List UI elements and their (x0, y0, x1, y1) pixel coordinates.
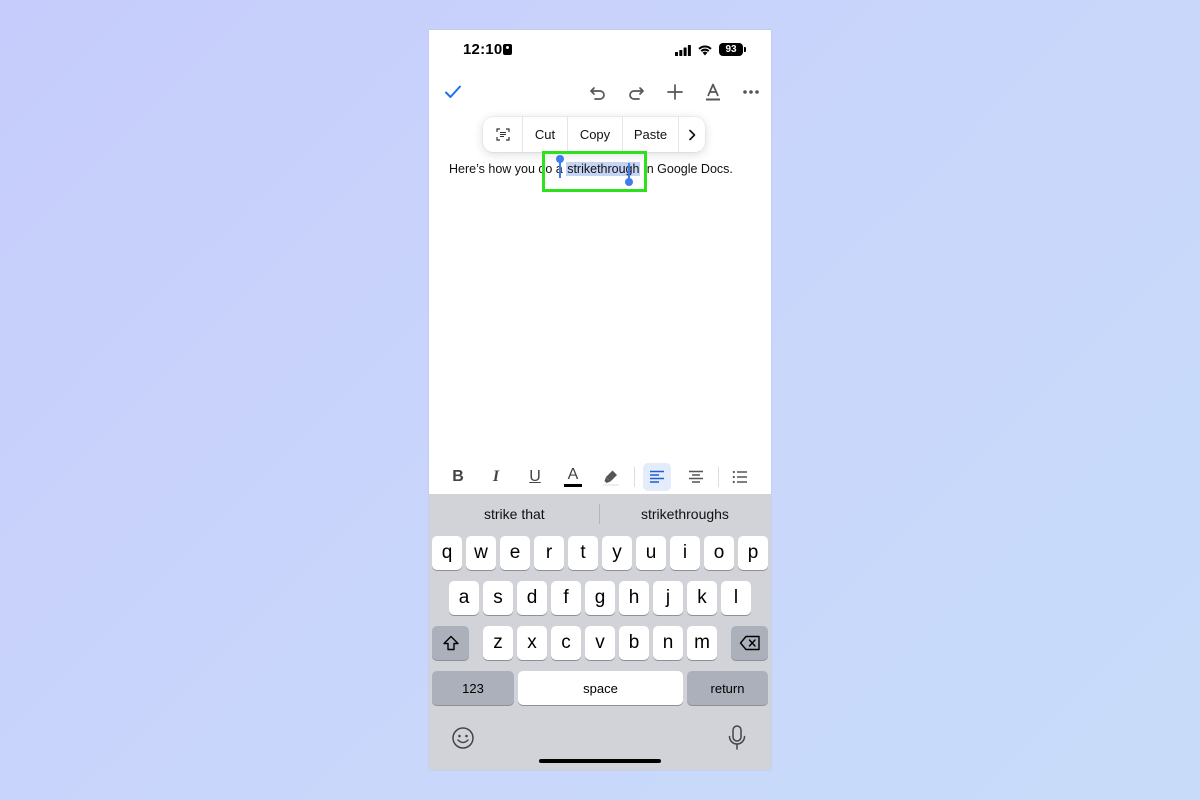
microphone-icon[interactable] (727, 725, 747, 751)
shift-key[interactable] (432, 626, 469, 660)
key-w[interactable]: w (466, 536, 496, 570)
wifi-icon (698, 45, 712, 56)
return-key[interactable]: return (687, 671, 768, 705)
numbers-key[interactable]: 123 (432, 671, 514, 705)
format-divider (634, 467, 635, 487)
battery-indicator: 93 (719, 43, 743, 56)
phone-screen: 12:10 93 Cut Copy Paste Here’s how you d… (429, 30, 771, 770)
cut-menu-item[interactable]: Cut (523, 117, 568, 152)
key-l[interactable]: l (721, 581, 751, 615)
backspace-key[interactable] (731, 626, 768, 660)
key-r[interactable]: r (534, 536, 564, 570)
suggestion-divider (599, 504, 600, 524)
scan-text-icon[interactable] (483, 117, 523, 152)
key-h[interactable]: h (619, 581, 649, 615)
key-n[interactable]: n (653, 626, 683, 660)
format-divider (718, 467, 719, 487)
suggestion-2[interactable]: strikethroughs (641, 506, 729, 522)
key-i[interactable]: i (670, 536, 700, 570)
key-d[interactable]: d (517, 581, 547, 615)
copy-menu-item[interactable]: Copy (568, 117, 623, 152)
suggestion-1[interactable]: strike that (484, 506, 545, 522)
key-g[interactable]: g (585, 581, 615, 615)
paste-menu-item[interactable]: Paste (623, 117, 679, 152)
status-time: 12:10 (463, 41, 503, 58)
key-a[interactable]: a (449, 581, 479, 615)
key-u[interactable]: u (636, 536, 666, 570)
underline-button[interactable]: U (521, 463, 549, 491)
key-k[interactable]: k (687, 581, 717, 615)
key-c[interactable]: c (551, 626, 581, 660)
bulleted-list-icon[interactable] (726, 463, 754, 491)
bold-button[interactable]: B (444, 463, 472, 491)
text-format-icon[interactable] (700, 80, 726, 104)
signal-icon (675, 45, 691, 56)
selection-end-handle[interactable] (625, 178, 633, 186)
backspace-icon (739, 635, 760, 651)
context-menu: Cut Copy Paste (483, 117, 705, 152)
chevron-right-icon[interactable] (679, 117, 705, 152)
status-bar: 12:10 93 (429, 30, 771, 70)
shift-icon (442, 635, 459, 651)
key-j[interactable]: j (653, 581, 683, 615)
key-s[interactable]: s (483, 581, 513, 615)
format-bar: B I U A (429, 460, 771, 494)
text-color-button[interactable]: A (559, 463, 587, 491)
key-b[interactable]: b (619, 626, 649, 660)
text-color-label: A (567, 466, 579, 483)
align-center-icon[interactable] (682, 463, 710, 491)
space-key[interactable]: space (518, 671, 683, 705)
keyboard: strike that strikethroughs q w e r t y u… (429, 494, 771, 770)
contact-icon (503, 44, 512, 55)
undo-icon[interactable] (585, 80, 611, 104)
battery-tip (744, 47, 746, 52)
key-o[interactable]: o (704, 536, 734, 570)
key-y[interactable]: y (602, 536, 632, 570)
emoji-icon[interactable] (451, 726, 475, 750)
highlighter-icon[interactable] (597, 463, 625, 491)
more-icon[interactable] (738, 80, 764, 104)
key-p[interactable]: p (738, 536, 768, 570)
align-left-icon[interactable] (643, 463, 671, 491)
home-indicator (539, 759, 661, 763)
italic-button[interactable]: I (482, 463, 510, 491)
text-color-swatch (564, 484, 582, 487)
text-after-selection: in Google Docs. (640, 162, 733, 176)
key-f[interactable]: f (551, 581, 581, 615)
key-v[interactable]: v (585, 626, 615, 660)
redo-icon[interactable] (623, 80, 649, 104)
check-icon[interactable] (440, 80, 466, 104)
key-z[interactable]: z (483, 626, 513, 660)
key-t[interactable]: t (568, 536, 598, 570)
key-m[interactable]: m (687, 626, 717, 660)
key-e[interactable]: e (500, 536, 530, 570)
key-x[interactable]: x (517, 626, 547, 660)
selection-start-line (559, 161, 561, 178)
plus-icon[interactable] (662, 80, 688, 104)
key-q[interactable]: q (432, 536, 462, 570)
